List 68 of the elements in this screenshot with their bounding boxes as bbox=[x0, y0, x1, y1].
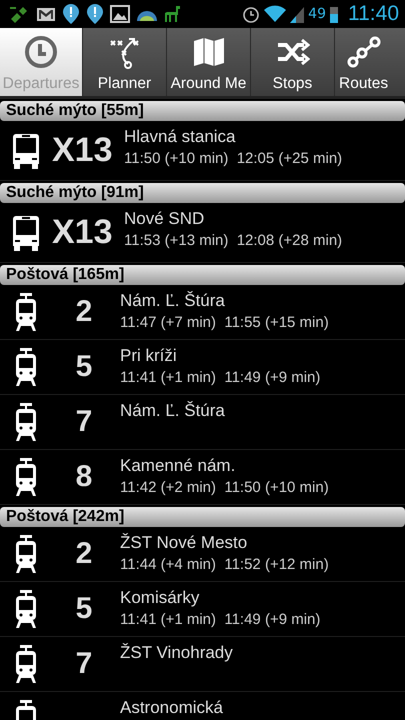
route-number: 7 bbox=[74, 405, 94, 439]
departure-row[interactable]: X13 Hlavná stanica 11:50 (+10 min) 12:05 (+25 min) bbox=[0, 121, 405, 181]
tab[interactable]: Stops bbox=[251, 28, 335, 96]
route-number: 2 bbox=[74, 537, 94, 571]
stop-header: Suché mýto [55m] bbox=[0, 101, 405, 121]
destination-name: Astronomická bbox=[120, 698, 223, 718]
battery-icon bbox=[330, 5, 338, 23]
route-number: 2 bbox=[74, 295, 94, 329]
destination-name: Nám. Ľ. Štúra bbox=[120, 291, 226, 311]
bus-icon bbox=[13, 214, 39, 250]
alert-pin-icon bbox=[86, 3, 104, 25]
departure-row[interactable]: 5 Komisárky 11:41 (+1 min) 11:49 (+9 min) bbox=[0, 582, 405, 637]
alert-pin-icon bbox=[62, 3, 80, 25]
departure-times: 11:53 (+13 min) 12:08 (+28 min) bbox=[124, 232, 342, 249]
stop-header: Poštová [165m] bbox=[0, 265, 405, 285]
bus-icon bbox=[13, 132, 39, 168]
tram-icon bbox=[15, 645, 37, 683]
play-diagram-icon bbox=[108, 35, 142, 69]
departure-row[interactable]: 2 ŽST Nové Mesto 11:44 (+4 min) 11:52 (+12 min) bbox=[0, 527, 405, 582]
route-number: X13 bbox=[51, 213, 114, 252]
departure-row[interactable]: 5 Pri kríži 11:41 (+1 min) 11:49 (+9 min) bbox=[0, 340, 405, 395]
tab[interactable]: Planner bbox=[83, 28, 167, 96]
stop-header: Poštová [242m] bbox=[0, 507, 405, 527]
tram-icon bbox=[15, 348, 37, 386]
departure-row[interactable]: 7 Nám. Ľ. Štúra bbox=[0, 395, 405, 450]
departure-row[interactable]: Astronomická bbox=[0, 692, 405, 720]
map-icon bbox=[192, 35, 226, 69]
mail-icon bbox=[36, 6, 56, 22]
tram-icon bbox=[15, 458, 37, 496]
departure-times: 11:41 (+1 min) 11:49 (+9 min) bbox=[120, 611, 320, 628]
image-icon bbox=[110, 5, 130, 23]
destination-name: Nám. Ľ. Štúra bbox=[120, 401, 225, 421]
tram-icon bbox=[15, 590, 37, 628]
departure-times: 11:47 (+7 min) 11:55 (+15 min) bbox=[120, 314, 329, 331]
tram-icon bbox=[15, 293, 37, 331]
tram-icon bbox=[15, 403, 37, 441]
departure-row[interactable]: X13 Nové SND 11:53 (+13 min) 12:08 (+28 min) bbox=[0, 203, 405, 263]
departure-times: 11:50 (+10 min) 12:05 (+25 min) bbox=[124, 150, 342, 167]
departure-times: 11:44 (+4 min) 11:52 (+12 min) bbox=[120, 556, 329, 573]
route-number: X13 bbox=[51, 131, 114, 170]
destination-name: Komisárky bbox=[120, 588, 200, 608]
route-number: 5 bbox=[74, 350, 94, 384]
destination-name: ŽST Vinohrady bbox=[120, 643, 233, 663]
alarm-icon bbox=[242, 5, 260, 23]
destination-name: ŽST Nové Mesto bbox=[120, 533, 248, 553]
clock-icon bbox=[24, 35, 58, 69]
tab[interactable]: Around Me bbox=[167, 28, 251, 96]
signal-icon bbox=[290, 5, 304, 23]
route-number: 8 bbox=[74, 460, 94, 494]
route-icon bbox=[347, 35, 381, 69]
destination-name: Pri kríži bbox=[120, 346, 178, 366]
departure-row[interactable]: 8 Kamenné nám. 11:42 (+2 min) 11:50 (+10 min) bbox=[0, 450, 405, 505]
destination-name: Kamenné nám. bbox=[120, 456, 236, 476]
departure-row[interactable]: 2 Nám. Ľ. Štúra 11:47 (+7 min) 11:55 (+15 min) bbox=[0, 285, 405, 340]
llama-icon bbox=[164, 4, 182, 24]
departure-row[interactable]: 7 ŽST Vinohrady bbox=[0, 637, 405, 692]
route-number: 7 bbox=[74, 647, 94, 681]
route-number: 5 bbox=[74, 592, 94, 626]
destination-name: Hlavná stanica bbox=[124, 127, 237, 147]
departure-times: 11:41 (+1 min) 11:49 (+9 min) bbox=[120, 369, 320, 386]
stop-header: Suché mýto [91m] bbox=[0, 183, 405, 203]
clock-time: 11:40 bbox=[348, 2, 399, 26]
tab[interactable]: Routes bbox=[335, 28, 405, 96]
destination-name: Nové SND bbox=[124, 209, 206, 229]
tram-icon bbox=[15, 535, 37, 573]
wifi-icon bbox=[264, 5, 286, 23]
departure-times: 11:42 (+2 min) 11:50 (+10 min) bbox=[120, 479, 329, 496]
battery-level: 49 bbox=[308, 6, 326, 22]
